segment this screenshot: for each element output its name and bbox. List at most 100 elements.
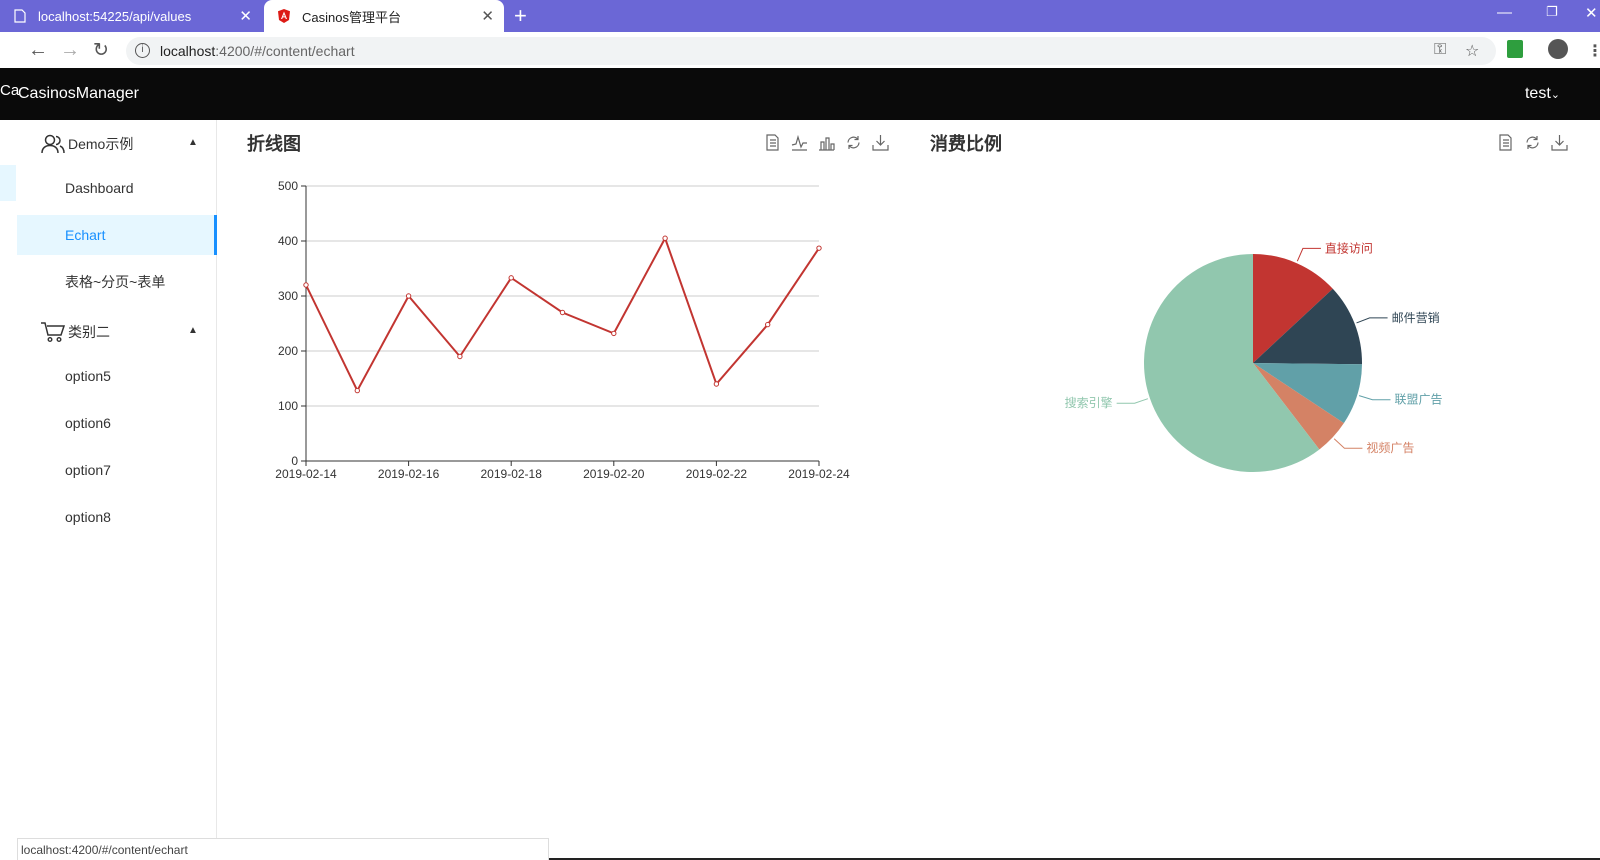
data-point [713,381,720,387]
tab-title: Casinos管理平台 [302,9,401,25]
y-tick-label: 100 [278,399,298,413]
sidebar-item-table-form[interactable]: 表格~分页~表单 [17,262,217,302]
extension-icon[interactable] [1507,40,1523,58]
x-tick-label: 2019-02-18 [481,467,543,481]
close-tab-icon[interactable]: ✕ [481,7,494,25]
users-icon [41,134,65,154]
profile-icon[interactable] [1548,39,1568,59]
url-field[interactable]: i localhost:4200/#/content/echart [126,37,1496,65]
x-tick-label: 2019-02-16 [378,467,440,481]
y-tick-label: 400 [278,234,298,248]
brand-title[interactable]: CasinosManager [18,85,139,103]
sidebar-item-option5[interactable]: option5 [17,356,217,396]
sidebar-item-label: Echart [65,227,106,243]
address-bar: ← → ↻ i localhost:4200/#/content/echart … [0,32,1600,68]
url-path: :4200/#/content/echart [215,43,355,59]
brand-clipped: Ca [0,82,20,99]
y-tick-label: 300 [278,289,298,303]
forward-icon[interactable]: → [60,39,80,62]
sidebar-item-dashboard[interactable]: Dashboard [17,168,217,208]
chevron-up-icon[interactable]: ▲ [188,137,198,148]
x-tick-label: 2019-02-20 [583,467,645,481]
pie-label-line [1333,438,1363,449]
data-point [816,245,822,251]
data-view-icon[interactable] [1497,134,1514,151]
info-icon[interactable]: i [135,43,150,58]
sidebar: Demo示例 ▲ Dashboard Echart 表格~分页~表单 类别二 ▲… [0,120,217,860]
sidebar-item-label: option6 [65,415,111,431]
restore-icon[interactable] [1524,134,1541,151]
data-point [405,293,412,299]
data-view-icon[interactable] [764,134,781,151]
new-tab-icon[interactable]: + [514,3,527,29]
url-host: localhost [160,43,216,59]
pie-slice-label: 联盟广告 [1394,393,1442,407]
browser-tab-casinos[interactable]: Casinos管理平台 ✕ [264,0,504,32]
pie-slice-label: 直接访问 [1325,240,1373,255]
menu-icon[interactable]: ⋮ [1587,41,1600,61]
sidebar-group-label: Demo示例 [68,136,134,152]
chevron-up-icon[interactable]: ▲ [188,325,198,336]
line-type-icon[interactable] [791,134,808,151]
pie-chart-title: 消费比例 [930,134,1002,154]
data-point [662,235,668,241]
restore-icon[interactable]: ❐ [1546,4,1558,20]
sidebar-item-label: option7 [65,462,111,478]
x-tick-label: 2019-02-24 [788,467,850,481]
bar-type-icon[interactable] [818,134,835,151]
sidebar-item-option6[interactable]: option6 [17,403,217,443]
sidebar-item-label: option8 [65,509,111,525]
data-point [765,321,771,328]
x-tick-label: 2019-02-22 [686,467,748,481]
browser-tab-api-values[interactable]: localhost:54225/api/values ✕ [0,0,262,32]
minimize-icon[interactable]: — [1497,4,1512,21]
sidebar-item-option8[interactable]: option8 [17,497,217,537]
browser-tab-strip: localhost:54225/api/values ✕ Casinos管理平台… [0,0,1600,32]
line-chart: 0 100 200 300 400 500 2019-02-14 2019-02-16 2019… [275,179,850,481]
sidebar-item-label: Dashboard [65,180,134,196]
pie-chart: 直接访问邮件营销联盟广告视频广告 搜索引擎 [1065,240,1443,472]
restore-icon[interactable] [845,134,862,151]
data-point [559,309,566,316]
chevron-down-icon: ⌄ [1550,89,1560,101]
pie-chart-toolbox [1497,134,1568,151]
data-point [457,353,463,360]
y-tick-label: 500 [278,179,298,193]
star-icon[interactable]: ☆ [1465,41,1479,61]
sidebar-item-option7[interactable]: option7 [17,450,217,490]
y-tick-label: 0 [291,454,298,468]
download-icon[interactable] [1551,134,1568,151]
data-point [508,275,514,281]
key-icon[interactable]: ⚿ [1434,41,1446,59]
data-point [303,282,309,288]
download-icon[interactable] [872,134,889,151]
sidebar-group-label: 类别二 [68,324,110,340]
user-menu[interactable]: test⌄ [1525,85,1560,103]
line-chart-toolbox [764,134,889,151]
data-point [611,330,617,337]
pie-label-line [1358,395,1391,401]
pie-slice-label: 搜索引擎 [1065,395,1113,410]
close-tab-icon[interactable]: ✕ [239,7,252,25]
sidebar-item-label: option5 [65,368,111,384]
pie-label-line [1116,398,1149,404]
sidebar-group-category2[interactable]: 类别二 [40,320,110,344]
pie-slice-label: 邮件营销 [1392,311,1440,325]
pie-slice-label: 视频广告 [1366,440,1414,455]
cart-icon [41,322,66,343]
back-icon[interactable]: ← [28,39,48,62]
window-close-icon[interactable]: ✕ [1585,4,1598,22]
reload-icon[interactable]: ↻ [93,39,109,62]
sidebar-item-echart[interactable]: Echart [17,215,217,255]
angular-icon [278,9,290,23]
line-chart-title: 折线图 [247,134,301,154]
page-icon [14,9,26,23]
pie-label-line [1296,247,1321,262]
sidebar-group-demo[interactable]: Demo示例 [40,132,133,156]
browser-status-url: localhost:4200/#/content/echart [17,838,549,860]
y-tick-label: 200 [278,344,298,358]
x-tick-label: 2019-02-14 [275,467,337,481]
sidebar-marker [0,165,16,201]
pie-label-line [1356,317,1388,324]
data-point [354,387,361,394]
